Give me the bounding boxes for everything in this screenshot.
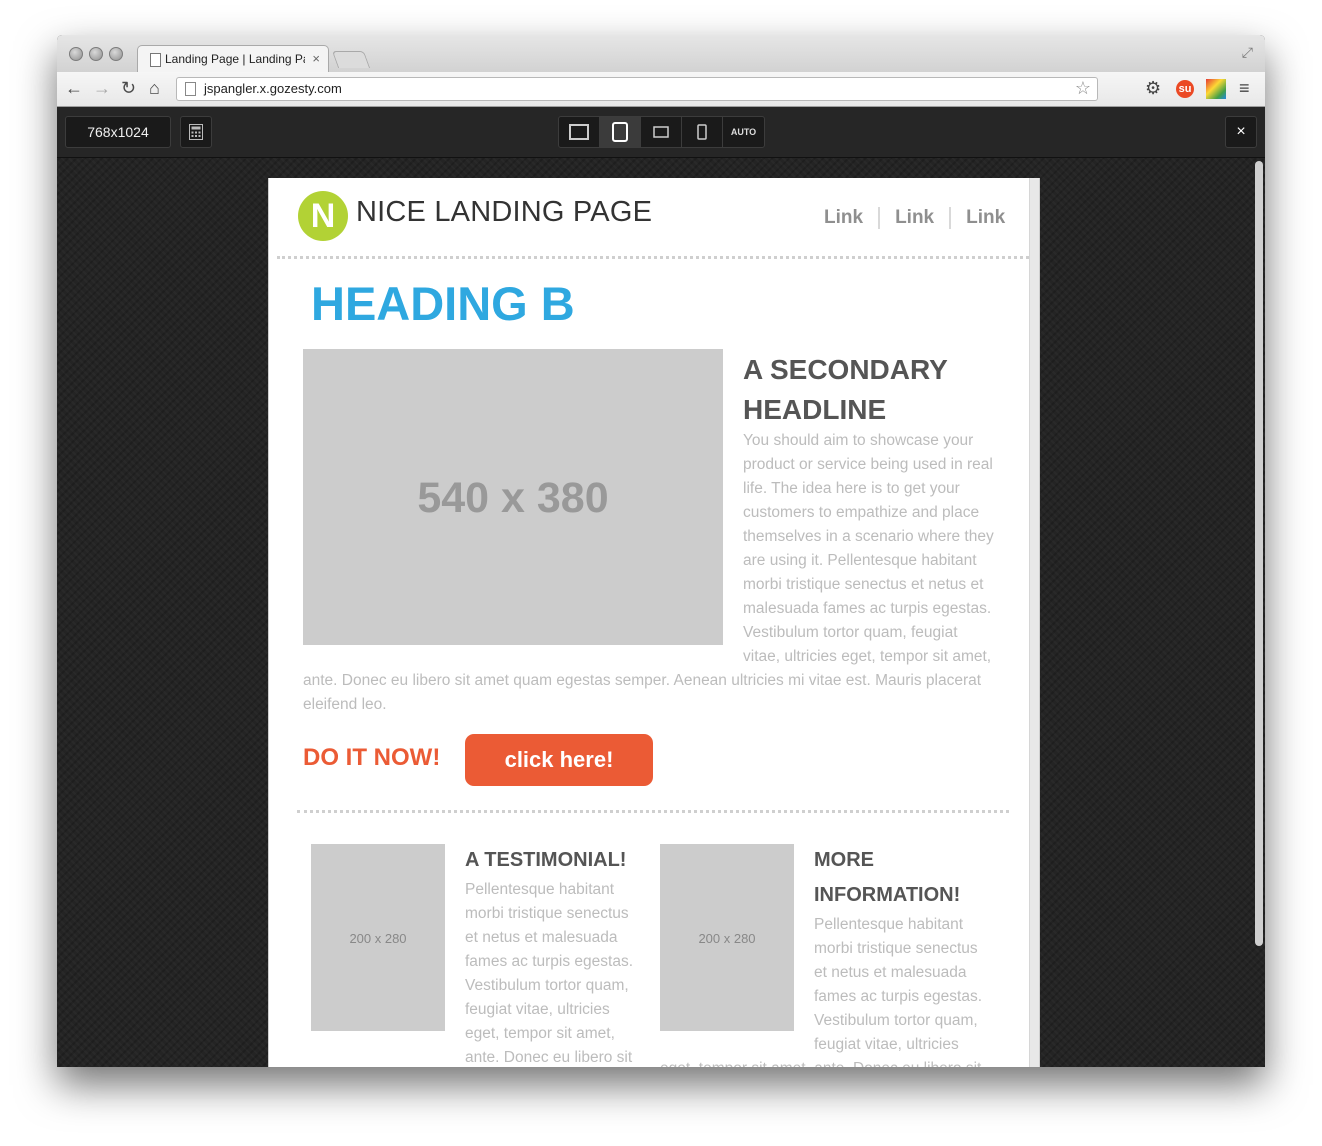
body-line: malesuada fames ac turpis egestas. (743, 600, 992, 617)
body-line: feugiat vitae, ultricies (465, 1001, 610, 1018)
body-line: Vestibulum tortor quam, (814, 1012, 978, 1029)
browser-tab[interactable]: Landing Page | Landing Pa × (137, 45, 329, 73)
fullscreen-icon[interactable]: ⤢ (1242, 44, 1253, 61)
body-line: life. The idea here is to get your (743, 480, 960, 497)
url-text[interactable]: jspangler.x.gozesty.com (204, 81, 342, 96)
tablet-portrait-icon (612, 122, 628, 142)
more-info-body: Pellentesque habitant morbi tristique se… (814, 913, 1014, 1057)
page-heading: HEADING B (311, 277, 575, 330)
tab-close-icon[interactable]: × (312, 51, 320, 66)
logo-icon[interactable]: N (298, 191, 348, 241)
click-here-button[interactable]: click here! (465, 734, 653, 786)
page-icon (150, 53, 161, 67)
body-line: eleifend leo. (303, 696, 387, 713)
more-info-image-placeholder: 200 x 280 (660, 844, 794, 1031)
viewport-scrollbar-thumb[interactable] (1255, 161, 1263, 946)
more-info-image-label: 200 x 280 (698, 931, 756, 946)
body-line: ante. Donec eu libero sit amet quam eges… (303, 672, 982, 689)
hero-image-placeholder: 540 x 380 (303, 349, 723, 645)
reload-icon[interactable]: ↻ (121, 77, 136, 99)
testimonial-body: Pellentesque habitant morbi tristique se… (465, 878, 655, 1067)
forward-arrow-icon[interactable]: → (93, 77, 111, 99)
heading-line: MORE (814, 849, 874, 871)
responsive-toolbar: 768x1024 AUTO × (57, 107, 1265, 158)
tablet-landscape-icon (653, 126, 669, 138)
settings-gear-icon[interactable]: ⚙ (1145, 78, 1161, 99)
body-line: morbi tristique senectus et netus et (743, 576, 984, 593)
nav-link-2[interactable]: Link (878, 207, 949, 229)
secondary-body-narrow: You should aim to showcase your product … (743, 429, 1033, 669)
desktop-icon (569, 124, 589, 140)
viewport-area: N NICE LANDING PAGE Link Link Link HEADI… (57, 158, 1265, 1067)
nav-link-1[interactable]: Link (809, 207, 878, 229)
section-divider (297, 810, 1009, 813)
body-line: et netus et malesuada (465, 929, 618, 946)
tablet-landscape-device-button[interactable] (641, 117, 682, 147)
hero-image-label: 540 x 380 (417, 474, 609, 522)
testimonial-image-label: 200 x 280 (349, 931, 407, 946)
body-line: et netus et malesuada (814, 964, 967, 981)
home-icon[interactable]: ⌂ (149, 77, 160, 99)
body-line: morbi tristique senectus (465, 905, 629, 922)
page-icon (185, 82, 196, 96)
heading-line: INFORMATION! (814, 884, 961, 906)
body-line: vitae, ultricies eget, tempor sit amet, (743, 648, 992, 665)
body-line: product or service being used in real (743, 456, 993, 473)
body-line: are using it. Pellentesque habitant (743, 552, 977, 569)
zoom-window-button[interactable] (109, 47, 123, 61)
close-responsive-button[interactable]: × (1225, 116, 1257, 148)
browser-window: Landing Page | Landing Pa × ⤢ ← → ↻ ⌂ js… (57, 35, 1265, 1067)
body-line: Vestibulum tortor quam, (465, 977, 629, 994)
header-divider (277, 256, 1029, 259)
body-line: eget, tempor sit amet, (465, 1025, 615, 1042)
menu-icon[interactable]: ≡ (1239, 78, 1250, 99)
body-line: Pellentesque habitant (465, 881, 615, 898)
body-line: fames ac turpis egestas. (465, 953, 633, 970)
desktop-device-button[interactable] (559, 117, 600, 147)
body-line: themselves in a scenario where they (743, 528, 994, 545)
logo-text[interactable]: NICE LANDING PAGE (356, 196, 652, 229)
bookmark-star-icon[interactable]: ☆ (1075, 78, 1091, 99)
device-selector: AUTO (558, 116, 765, 148)
body-line: You should aim to showcase your (743, 432, 974, 449)
landing-page-frame: N NICE LANDING PAGE Link Link Link HEADI… (268, 178, 1040, 1067)
secondary-body-wide: ante. Donec eu libero sit amet quam eges… (303, 669, 1033, 717)
body-line: ante. Donec eu libero sit (465, 1049, 633, 1066)
new-tab-button[interactable] (331, 51, 371, 68)
body-line: Pellentesque habitant (814, 916, 964, 933)
viewport-scrollbar[interactable] (1255, 161, 1263, 1061)
tab-strip: Landing Page | Landing Pa × ⤢ (57, 35, 1265, 73)
testimonial-heading: A TESTIMONIAL! (465, 849, 627, 871)
body-line: morbi tristique senectus (814, 940, 978, 957)
viewport-size-display[interactable]: 768x1024 (65, 116, 171, 148)
phone-icon (697, 124, 707, 140)
more-info-body-wide: eget, tempor sit amet, ante. Donec eu li… (660, 1057, 1020, 1067)
tab-title: Landing Page | Landing Pa (165, 52, 305, 66)
testimonial-image-placeholder: 200 x 280 (311, 844, 445, 1031)
cta-text: DO IT NOW! (303, 744, 441, 771)
nav-link-3[interactable]: Link (949, 207, 1020, 229)
phone-device-button[interactable] (682, 117, 723, 147)
minimize-window-button[interactable] (89, 47, 103, 61)
body-line: Vestibulum tortor quam, feugiat (743, 624, 958, 641)
body-line: fames ac turpis egestas. (814, 988, 982, 1005)
main-nav: Link Link Link (809, 207, 1020, 229)
address-bar[interactable]: jspangler.x.gozesty.com ☆ (176, 77, 1098, 101)
more-info-heading: MORE INFORMATION! (814, 843, 960, 913)
secondary-headline: A SECONDARY HEADLINE (743, 354, 948, 425)
calculator-icon (189, 124, 203, 140)
body-line: customers to empathize and place (743, 504, 980, 521)
stumbleupon-icon[interactable]: su (1176, 80, 1194, 98)
back-arrow-icon[interactable]: ← (65, 77, 83, 99)
auto-device-button[interactable]: AUTO (723, 117, 764, 147)
browser-toolbar: ← → ↻ ⌂ jspangler.x.gozesty.com ☆ ⚙ su ≡ (57, 72, 1265, 107)
calculator-button[interactable] (180, 116, 212, 148)
tablet-portrait-device-button[interactable] (600, 117, 641, 147)
extension-icon[interactable] (1206, 79, 1226, 99)
close-window-button[interactable] (69, 47, 83, 61)
body-line: feugiat vitae, ultricies (814, 1036, 959, 1053)
